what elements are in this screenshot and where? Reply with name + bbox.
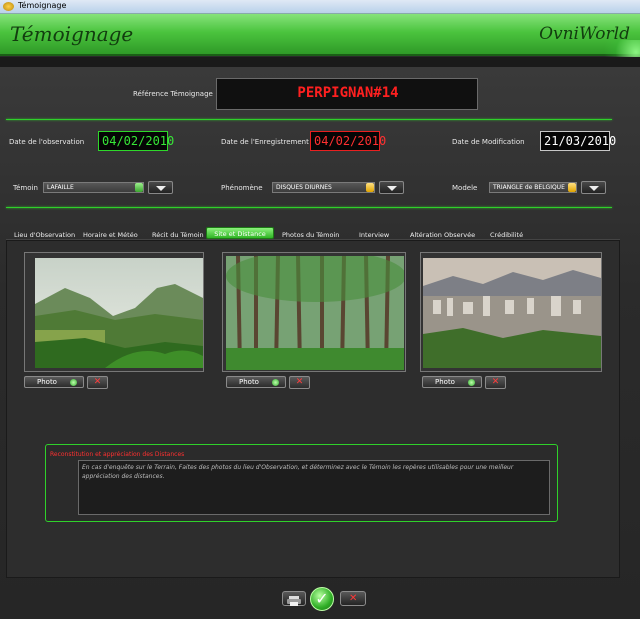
validate-button[interactable]: ✓	[310, 587, 334, 611]
tab-credibilite[interactable]: Crédibilité	[490, 231, 523, 239]
add-photo-button-2[interactable]: Photo	[226, 376, 286, 388]
tab-horaire-meteo[interactable]: Horaire et Météo	[83, 231, 138, 239]
registration-date-field[interactable]: 04/02/2010	[310, 131, 386, 151]
separator-mid	[6, 207, 612, 208]
reconstitution-title: Reconstitution et appréciation des Dista…	[50, 451, 185, 458]
close-icon: ✕	[491, 377, 500, 387]
chevron-down-icon	[135, 183, 143, 192]
print-button[interactable]	[282, 591, 306, 606]
observation-date-label: Date de l'observation	[9, 138, 85, 146]
reference-value: PERPIGNAN#14	[297, 85, 399, 101]
arrow-down-icon	[387, 186, 397, 191]
separator-top	[6, 119, 612, 120]
add-photo-button-3[interactable]: Photo	[422, 376, 482, 388]
app-icon	[3, 2, 14, 11]
close-icon: ✕	[93, 377, 102, 387]
model-label: Modele	[452, 184, 478, 192]
close-icon: ✕	[295, 377, 304, 387]
tab-photos-temoin[interactable]: Photos du Témoin	[282, 231, 339, 239]
arrow-down-icon	[156, 186, 166, 191]
modification-date-label: Date de Modification	[452, 138, 525, 146]
header-banner: Témoignage OvniWorld	[0, 14, 640, 56]
add-icon	[272, 379, 279, 386]
tab-site-distance[interactable]: Site et Distance	[206, 227, 274, 239]
page-title: Témoignage	[10, 22, 134, 46]
phenomenon-dropdown-button[interactable]	[379, 181, 404, 194]
delete-photo-button-3[interactable]: ✕	[485, 376, 506, 389]
close-icon: ✕	[349, 593, 358, 604]
witness-label: Témoin	[13, 184, 38, 192]
witness-select[interactable]: LAFAILLE	[43, 182, 144, 193]
tab-interview[interactable]: Interview	[359, 231, 389, 239]
phenomenon-select[interactable]: DISQUES DIURNES	[272, 182, 375, 193]
delete-photo-button-2[interactable]: ✕	[289, 376, 310, 389]
phenomenon-label: Phénomène	[221, 184, 263, 192]
check-icon: ✓	[315, 589, 329, 608]
photo-button-label: Photo	[239, 378, 259, 386]
add-photo-button-1[interactable]: Photo	[24, 376, 84, 388]
witness-dropdown-button[interactable]	[148, 181, 173, 194]
reconstitution-textarea[interactable]: En cas d'enquête sur le Terrain, Faites …	[78, 460, 550, 515]
cancel-button[interactable]: ✕	[340, 591, 366, 606]
model-select[interactable]: TRIANGLE de BELGIQUE	[489, 182, 577, 193]
city-photo[interactable]	[423, 258, 601, 368]
witness-value: LAFAILLE	[47, 184, 74, 191]
chevron-down-icon	[366, 183, 374, 192]
model-value: TRIANGLE de BELGIQUE	[493, 184, 565, 191]
observation-date-field[interactable]: 04/02/2010	[98, 131, 174, 151]
add-icon	[70, 379, 77, 386]
delete-photo-button-1[interactable]: ✕	[87, 376, 108, 389]
registration-date-label: Date de l'Enregistrement	[221, 138, 309, 146]
reference-label: Référence Témoignage	[133, 90, 213, 98]
tab-alteration-observee[interactable]: Altération Observée	[410, 231, 475, 239]
arrow-down-icon	[589, 186, 599, 191]
tab-lieu-observation[interactable]: Lieu d'Observation	[14, 231, 75, 239]
window-titlebar: Témoignage	[0, 0, 640, 14]
phenomenon-value: DISQUES DIURNES	[276, 184, 332, 191]
reference-box: PERPIGNAN#14	[216, 78, 478, 110]
forest-photo[interactable]	[226, 256, 404, 370]
photo-frame-2	[222, 252, 406, 372]
add-icon	[468, 379, 475, 386]
window-title: Témoignage	[18, 1, 67, 10]
photo-button-label: Photo	[435, 378, 455, 386]
printer-icon	[287, 596, 301, 606]
model-dropdown-button[interactable]	[581, 181, 606, 194]
photo-frame-3	[420, 252, 602, 372]
photo-button-label: Photo	[37, 378, 57, 386]
landscape-hills-photo[interactable]	[35, 258, 203, 368]
modification-date-field[interactable]: 21/03/2010	[540, 131, 616, 151]
photo-frame-1	[24, 252, 204, 372]
tab-recit-temoin[interactable]: Récit du Témoin	[152, 231, 204, 239]
header-shadow-bar	[0, 57, 640, 67]
chevron-down-icon	[568, 183, 576, 192]
